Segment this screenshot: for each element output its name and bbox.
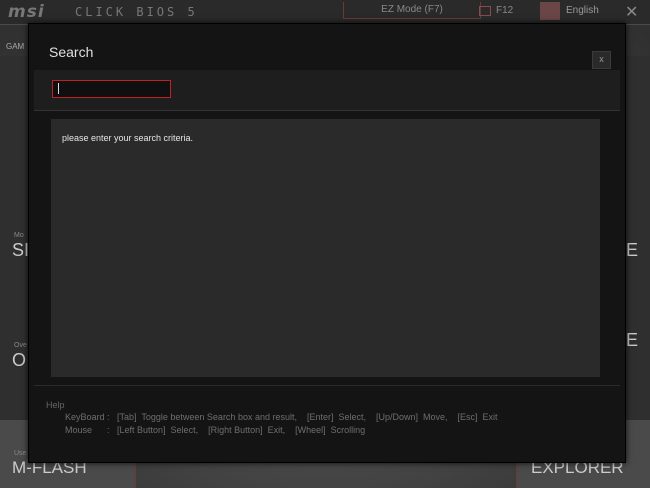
screenshot-icon[interactable]: [479, 6, 491, 16]
oc-tile-caption: Ove: [14, 342, 27, 349]
mflash-tile-caption: Use: [14, 450, 27, 457]
dialog-title: Search: [49, 44, 94, 60]
text-caret: [58, 83, 59, 94]
right-tile-2[interactable]: E: [626, 330, 638, 351]
dialog-close-button[interactable]: x: [592, 51, 611, 69]
msi-logo: msi: [8, 2, 45, 22]
game-boost-label: GAM: [6, 42, 25, 51]
bios-name: CLICK BIOS 5: [75, 5, 198, 19]
f12-label[interactable]: F12: [496, 5, 513, 16]
settings-tile[interactable]: SI: [12, 240, 29, 261]
ez-mode-button[interactable]: EZ Mode (F7): [343, 2, 481, 19]
results-message: please enter your search criteria.: [62, 133, 194, 143]
right-tile-1[interactable]: E: [626, 240, 638, 261]
help-title: Help: [46, 400, 65, 410]
search-results-panel[interactable]: please enter your search criteria.: [51, 119, 600, 377]
language-selector[interactable]: English: [566, 5, 599, 16]
settings-tile-caption: Mo: [14, 232, 24, 239]
help-keyboard: KeyBoard : [Tab] Toggle between Search b…: [65, 412, 498, 422]
search-toggle-button[interactable]: [540, 2, 560, 20]
search-input[interactable]: [52, 80, 171, 98]
top-bar: msi CLICK BIOS 5 EZ Mode (F7) F12 Englis…: [0, 0, 650, 25]
oc-tile[interactable]: O: [12, 350, 26, 371]
close-icon[interactable]: ✕: [625, 2, 638, 21]
search-dialog: Search x please enter your search criter…: [28, 23, 626, 463]
help-divider: [34, 385, 620, 386]
help-mouse: Mouse : [Left Button] Select, [Right But…: [65, 425, 366, 435]
